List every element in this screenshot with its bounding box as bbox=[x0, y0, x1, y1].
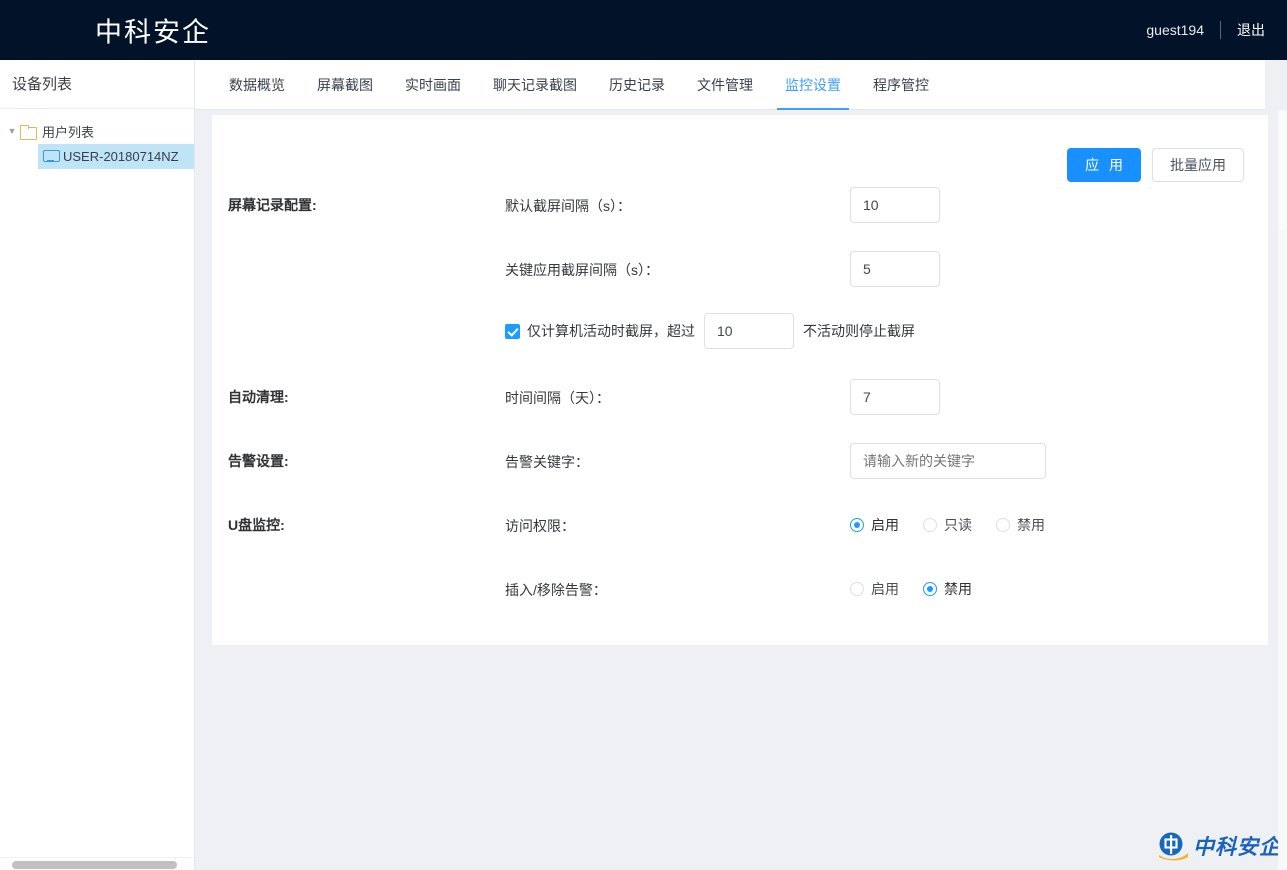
group-label-screen-record: 屏幕记录配置: bbox=[228, 197, 317, 213]
radio-dot-icon bbox=[923, 518, 937, 532]
tab-chat-log-screenshot[interactable]: 聊天记录截图 bbox=[477, 60, 593, 110]
radio-label: 只读 bbox=[944, 517, 972, 533]
page-scrollbar-thumb[interactable] bbox=[1279, 110, 1286, 230]
radio-dot-icon bbox=[850, 518, 864, 532]
radio-label: 禁用 bbox=[1017, 517, 1045, 533]
activity-timeout-input[interactable] bbox=[704, 313, 794, 349]
form-row-udisk-plug-alarm: 插入/移除告警： 启用 禁用 bbox=[212, 559, 1268, 623]
watermark-logo: 中科安企 bbox=[1157, 830, 1281, 862]
radio-dot-icon bbox=[850, 582, 864, 596]
key-app-interval-input[interactable] bbox=[850, 251, 940, 287]
label-udisk-access: 访问权限： bbox=[505, 518, 575, 534]
udisk-plug-alarm-radio-group: 启用 禁用 bbox=[850, 579, 972, 599]
group-label-auto-clean: 自动清理: bbox=[228, 389, 289, 405]
group-label-udisk: U盘监控: bbox=[228, 517, 285, 533]
radio-label: 启用 bbox=[871, 517, 899, 533]
field-key-app-interval bbox=[850, 251, 940, 287]
form-row-auto-clean: 自动清理: 时间间隔（天）： bbox=[212, 367, 1268, 431]
main-content: 应 用 批量应用 屏幕记录配置: 默认截屏间隔（s）： 关键应用截屏间隔（s）： bbox=[195, 110, 1287, 870]
tree-node-label: 用户列表 bbox=[42, 124, 95, 140]
device-tree: ▼ 用户列表 USER-20180714NZ bbox=[0, 109, 194, 169]
caret-down-icon[interactable]: ▼ bbox=[4, 123, 20, 139]
tree-item-device[interactable]: USER-20180714NZ bbox=[38, 144, 194, 169]
radio-dot-icon bbox=[996, 518, 1010, 532]
activity-only-suffix-label: 不活动则停止截屏 bbox=[803, 323, 915, 339]
form-row-key-app-interval: 关键应用截屏间隔（s）： bbox=[212, 239, 1268, 303]
udisk-plug-alarm-option-disable[interactable]: 禁用 bbox=[923, 579, 972, 599]
header-divider bbox=[1220, 21, 1221, 39]
form-row-default-interval: 屏幕记录配置: 默认截屏间隔（s）： bbox=[212, 175, 1268, 239]
current-user-label: guest194 bbox=[1146, 22, 1204, 38]
field-clean-interval bbox=[850, 379, 940, 415]
sidebar-title: 设备列表 bbox=[0, 60, 194, 109]
alarm-keyword-input[interactable] bbox=[850, 443, 1046, 479]
label-alarm-keyword: 告警关键字： bbox=[505, 454, 589, 470]
main-tabbar: 数据概览 屏幕截图 实时画面 聊天记录截图 历史记录 文件管理 监控设置 程序管… bbox=[195, 60, 1287, 110]
app-brand-title: 中科安企 bbox=[95, 17, 211, 48]
field-alarm-keyword bbox=[850, 443, 1046, 479]
label-key-app-interval: 关键应用截屏间隔（s）： bbox=[505, 262, 659, 278]
label-default-interval: 默认截屏间隔（s）： bbox=[505, 198, 631, 214]
folder-icon bbox=[20, 124, 37, 140]
settings-form: 屏幕记录配置: 默认截屏间隔（s）： 关键应用截屏间隔（s）： 仅计算机活动时截… bbox=[212, 175, 1268, 623]
device-list-sidebar: 设备列表 ▼ 用户列表 USER-20180714NZ bbox=[0, 60, 195, 870]
default-interval-input[interactable] bbox=[850, 187, 940, 223]
udisk-plug-alarm-option-enable[interactable]: 启用 bbox=[850, 579, 899, 599]
tab-program-control[interactable]: 程序管控 bbox=[857, 60, 945, 110]
udisk-access-radio-group: 启用 只读 禁用 bbox=[850, 515, 1045, 535]
tab-monitor-settings[interactable]: 监控设置 bbox=[769, 60, 857, 110]
label-udisk-plug-alarm: 插入/移除告警： bbox=[505, 582, 607, 598]
tab-list: 数据概览 屏幕截图 实时画面 聊天记录截图 历史记录 文件管理 监控设置 程序管… bbox=[195, 60, 1287, 110]
label-clean-interval: 时间间隔（天）： bbox=[505, 390, 610, 406]
tree-node-user-list[interactable]: ▼ 用户列表 bbox=[0, 118, 194, 144]
udisk-access-option-enable[interactable]: 启用 bbox=[850, 515, 899, 535]
radio-label: 禁用 bbox=[944, 581, 972, 597]
form-row-alarm-keyword: 告警设置: 告警关键字： bbox=[212, 431, 1268, 495]
group-label-alarm: 告警设置: bbox=[228, 453, 289, 469]
form-row-udisk-access: U盘监控: 访问权限： 启用 只读 禁用 bbox=[212, 495, 1268, 559]
tab-data-overview[interactable]: 数据概览 bbox=[213, 60, 301, 110]
sidebar-scrollbar-thumb[interactable] bbox=[12, 861, 177, 869]
tree-item-label: USER-20180714NZ bbox=[63, 149, 179, 164]
activity-only-control: 仅计算机活动时截屏，超过 不活动则停止截屏 bbox=[505, 313, 915, 349]
tab-file-management[interactable]: 文件管理 bbox=[681, 60, 769, 110]
udisk-access-option-readonly[interactable]: 只读 bbox=[923, 515, 972, 535]
app-header: 中科安企 guest194 退出 bbox=[0, 0, 1287, 60]
form-row-activity-only: 仅计算机活动时截屏，超过 不活动则停止截屏 bbox=[212, 303, 1268, 367]
radio-label: 启用 bbox=[871, 581, 899, 597]
settings-card: 应 用 批量应用 屏幕记录配置: 默认截屏间隔（s）： 关键应用截屏间隔（s）： bbox=[212, 115, 1268, 645]
tabbar-right-edge bbox=[1265, 60, 1287, 110]
page-vertical-scrollbar[interactable] bbox=[1278, 110, 1287, 870]
activity-only-checkbox[interactable] bbox=[505, 323, 520, 339]
sidebar-horizontal-scrollbar[interactable] bbox=[0, 857, 194, 870]
activity-only-prefix-label: 仅计算机活动时截屏，超过 bbox=[527, 323, 695, 339]
radio-dot-icon bbox=[923, 582, 937, 596]
watermark-text: 中科安企 bbox=[1193, 834, 1281, 859]
tab-screenshot[interactable]: 屏幕截图 bbox=[301, 60, 389, 110]
tab-history[interactable]: 历史记录 bbox=[593, 60, 681, 110]
field-default-interval bbox=[850, 187, 940, 223]
clean-interval-input[interactable] bbox=[850, 379, 940, 415]
udisk-access-option-disable[interactable]: 禁用 bbox=[996, 515, 1045, 535]
zhongke-anqi-logo-icon bbox=[1157, 830, 1189, 862]
header-user-area: guest194 退出 bbox=[1146, 20, 1265, 40]
tab-live-screen[interactable]: 实时画面 bbox=[389, 60, 477, 110]
logout-button[interactable]: 退出 bbox=[1237, 20, 1265, 40]
monitor-icon bbox=[43, 150, 60, 163]
